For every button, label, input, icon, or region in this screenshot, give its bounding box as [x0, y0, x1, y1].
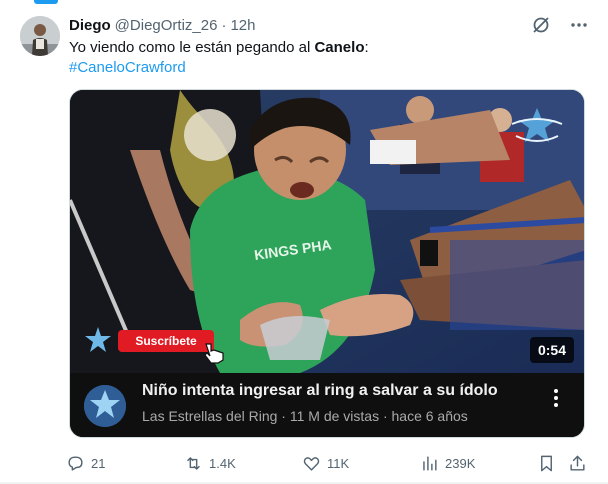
thread-accent [34, 0, 58, 4]
tweet-text-before: Yo viendo como le están pegando al [69, 39, 315, 56]
video-more-icon[interactable] [550, 385, 562, 411]
bookmark-button[interactable] [537, 451, 556, 475]
grok-icon[interactable] [530, 14, 552, 36]
tweet-header: Diego @DiegOrtiz_26 · 12h [69, 15, 255, 35]
separator-dot: · [221, 16, 227, 34]
tweet-actions: 21 1.4K 11K 239K [66, 451, 591, 475]
bookmark-icon [541, 455, 552, 471]
subscribe-button[interactable]: Suscríbete [118, 330, 214, 352]
avatar[interactable] [20, 16, 60, 56]
more-icon[interactable] [568, 14, 590, 36]
video-info[interactable]: Niño intenta ingresar al ring a salvar a… [70, 373, 584, 437]
video-meta: Las Estrellas del Ring · 11 M de vistas … [142, 408, 468, 424]
hashtag-link[interactable]: #CaneloCrawford [69, 58, 186, 78]
avatar-image [20, 16, 60, 56]
like-button[interactable]: 11K [302, 451, 349, 475]
video-thumbnail[interactable]: KINGS PHA Suscríbete 0:54 [70, 90, 584, 373]
reply-button[interactable]: 21 [66, 451, 105, 475]
retweet-count: 1.4K [209, 455, 236, 471]
channel-watermark [502, 106, 572, 146]
top-strip [0, 0, 608, 6]
header-actions [530, 14, 590, 36]
video-title[interactable]: Niño intenta ingresar al ring a salvar a… [142, 382, 498, 400]
share-icon [570, 455, 585, 471]
hand-cursor-icon [202, 342, 226, 364]
reply-icon [68, 455, 83, 471]
tweet-text-after: : [364, 39, 369, 56]
views-icon [423, 455, 437, 471]
like-icon [303, 456, 320, 471]
tweet-text: Yo viendo como le están pegando al Canel… [69, 38, 369, 58]
author-name[interactable]: Diego [69, 17, 111, 34]
tweet-time[interactable]: 12h [230, 17, 255, 34]
like-count: 11K [327, 455, 350, 471]
reply-count: 21 [91, 455, 106, 471]
retweet-button[interactable]: 1.4K [184, 451, 236, 475]
tweet-text-bold: Canelo [314, 39, 365, 56]
video-duration: 0:54 [529, 337, 574, 363]
share-button[interactable] [568, 451, 587, 475]
subscribe-logo [84, 326, 112, 354]
author-handle[interactable]: @DiegOrtiz_26 [115, 17, 218, 34]
channel-avatar[interactable] [84, 385, 126, 427]
retweet-icon [187, 456, 200, 470]
video-meta-text: Las Estrellas del Ring · 11 M de vistas … [142, 408, 468, 424]
views-button[interactable]: 239K [420, 451, 475, 475]
video-card[interactable]: KINGS PHA Suscríbete 0:54 Niño intenta i… [69, 89, 585, 438]
views-count: 239K [445, 455, 476, 471]
